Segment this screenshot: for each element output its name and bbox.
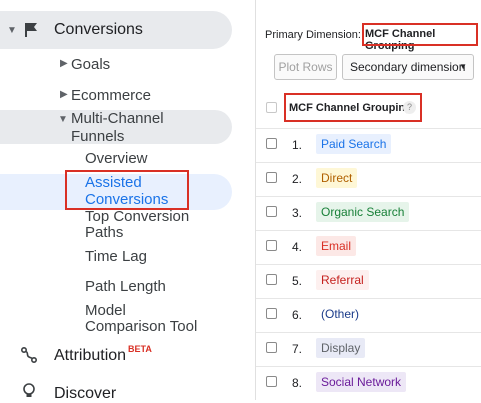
table-row: 2. Direct [256,162,481,197]
chevron-right-icon[interactable]: ▶ [60,58,68,69]
channel-label[interactable]: Organic Search [316,202,410,222]
row-number: 7. [292,342,303,356]
row-number: 6. [292,308,303,322]
assisted-highlight-box [65,170,189,210]
chevron-down-icon[interactable]: ▼ [58,114,68,125]
sidebar-item-path-length[interactable]: Path Length [85,278,166,296]
row-checkbox[interactable] [266,308,277,319]
table-header: MCF Channel Grouping ? [256,90,481,129]
sidebar-item-goals[interactable]: Goals [71,56,110,74]
channel-label[interactable]: Paid Search [316,134,392,154]
primary-dimension-label: Primary Dimension: [265,29,361,41]
row-number: 8. [292,376,303,390]
row-checkbox[interactable] [266,274,277,285]
sidebar-item-attribution[interactable]: Attribution [54,347,126,365]
row-number: 1. [292,138,303,152]
sidebar-item-mcf-line2[interactable]: Funnels [71,128,124,146]
row-number: 3. [292,206,303,220]
table-row: 4. Email [256,230,481,265]
attribution-icon [20,346,38,364]
sidebar-item-conversions[interactable]: Conversions [54,21,143,39]
table-row: 5. Referral [256,264,481,299]
channel-label[interactable]: Direct [316,168,358,188]
sidebar-item-top-paths-line2[interactable]: Paths [85,224,123,242]
sidebar-item-model-line2[interactable]: Comparison Tool [85,318,197,336]
row-checkbox[interactable] [266,206,277,217]
row-number: 4. [292,240,303,254]
table-row: 1. Paid Search [256,128,481,163]
sidebar-item-discover[interactable]: Discover [54,385,116,403]
channel-label[interactable]: Referral [316,270,369,290]
table-row: 7. Display [256,332,481,367]
chevron-right-icon[interactable]: ▶ [60,89,68,100]
lightbulb-icon [23,383,35,397]
table-row: 3. Organic Search [256,196,481,231]
row-checkbox[interactable] [266,172,277,183]
row-number: 5. [292,274,303,288]
sidebar-item-time-lag[interactable]: Time Lag [85,248,147,266]
row-number: 2. [292,172,303,186]
sidebar-item-overview[interactable]: Overview [85,150,148,168]
row-checkbox[interactable] [266,138,277,149]
secondary-dimension-label: Secondary dimension [350,60,466,74]
sidebar-item-mcf-line1[interactable]: Multi-Channel [71,110,164,128]
beta-badge: BETA [128,344,152,354]
table-row: 6. (Other) [256,298,481,333]
channel-label[interactable]: (Other) [316,304,365,324]
channel-label[interactable]: Social Network [316,372,407,392]
report-panel: Primary Dimension: MCF Channel Grouping … [256,0,481,400]
channel-label[interactable]: Email [316,236,357,256]
flag-icon [25,23,37,37]
channel-label[interactable]: Display [316,338,366,358]
secondary-dimension-dropdown[interactable]: Secondary dimension ▼ [342,54,474,80]
expand-caret-icon[interactable]: ▼ [7,25,17,36]
table-row: 8. Social Network [256,366,481,400]
row-checkbox[interactable] [266,376,277,387]
select-all-checkbox[interactable] [266,102,277,113]
primary-dimension-highlight [362,23,478,46]
sidebar: ▼ Conversions ▶ Goals ▶ Ecommerce ▼ Mult… [0,0,255,403]
row-checkbox[interactable] [266,342,277,353]
dropdown-arrow-icon: ▼ [459,62,467,71]
plot-rows-button[interactable]: Plot Rows [274,54,337,80]
column-header-highlight [284,93,422,122]
row-checkbox[interactable] [266,240,277,251]
sidebar-item-ecommerce[interactable]: Ecommerce [71,87,151,105]
plot-rows-label: Plot Rows [278,60,333,74]
